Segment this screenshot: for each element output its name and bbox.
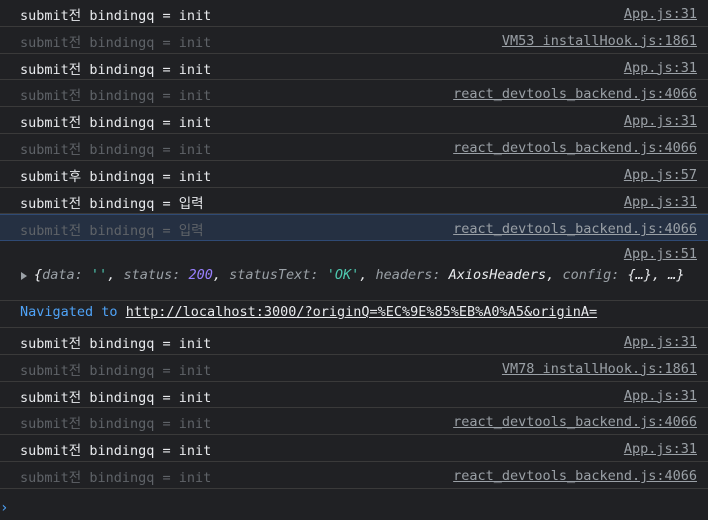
console-log-row[interactable]: submit전 bindingq = init react_devtools_ba…	[0, 462, 708, 489]
log-source-link[interactable]: react_devtools_backend.js:4066	[453, 86, 697, 102]
object-key: statusText:	[229, 267, 319, 284]
log-message: submit전 bindingq = init	[20, 61, 212, 78]
log-message: submit전 bindingq = init	[20, 362, 212, 379]
console-log-row[interactable]: submit전 bindingq = init react_devtools_ba…	[0, 134, 708, 161]
expand-triangle-icon[interactable]	[21, 272, 27, 281]
log-source-link[interactable]: App.js:31	[624, 6, 697, 22]
log-source-link[interactable]: VM53 installHook.js:1861	[502, 33, 697, 49]
object-preview[interactable]: {data: '', status: 200, statusText: 'OK'…	[34, 266, 694, 285]
console-object-log: App.js:51 {data: '', status: 200, status…	[0, 241, 708, 302]
log-source-link[interactable]: VM78 installHook.js:1861	[502, 361, 697, 377]
log-source-link[interactable]: App.js:31	[624, 334, 697, 350]
object-key: headers:	[375, 267, 441, 284]
log-message: submit전 bindingq = init	[20, 141, 212, 158]
log-source-link[interactable]: react_devtools_backend.js:4066	[453, 140, 697, 156]
console-log-row[interactable]: submit전 bindingq = init VM78 installHook.…	[0, 355, 708, 382]
navigated-label: Navigated to	[20, 304, 118, 321]
console-log-row[interactable]: submit전 bindingq = 입력 App.js:31	[0, 188, 708, 215]
console-log-group-before: submit전 bindingq = init App.js:31 submit전 …	[0, 0, 708, 242]
log-source-link[interactable]: App.js:57	[624, 167, 697, 183]
object-key: status:	[123, 267, 181, 284]
navigation-message: Navigated to http://localhost:3000/?orig…	[0, 301, 708, 328]
log-source-link[interactable]: App.js:31	[624, 60, 697, 76]
console-log-row[interactable]: submit전 bindingq = init App.js:31	[0, 328, 708, 355]
log-source-link[interactable]: react_devtools_backend.js:4066	[453, 414, 697, 430]
console-log-row[interactable]: submit전 bindingq = init App.js:31	[0, 382, 708, 409]
log-message: submit전 bindingq = init	[20, 8, 212, 24]
console-prompt-icon[interactable]: ›	[0, 500, 8, 516]
console-log-row[interactable]: submit전 bindingq = init VM53 installHook.…	[0, 27, 708, 54]
console-log-row[interactable]: submit전 bindingq = 입력 react_devtools_back…	[0, 214, 708, 242]
console-log-row[interactable]: submit전 bindingq = init react_devtools_ba…	[0, 80, 708, 108]
log-message: submit전 bindingq = init	[20, 34, 212, 51]
object-value: 'OK'	[326, 267, 360, 284]
log-source-link[interactable]: react_devtools_backend.js:4066	[453, 221, 697, 237]
object-value: 200	[188, 267, 213, 284]
log-source-link[interactable]: App.js:31	[624, 194, 697, 210]
object-value: ''	[90, 267, 108, 284]
log-message: submit후 bindingq = init	[20, 168, 212, 185]
console-log-row[interactable]: submit후 bindingq = init App.js:57	[0, 161, 708, 188]
object-key: config:	[562, 267, 620, 284]
navigated-url-link[interactable]: http://localhost:3000/?originQ=%EC%9E%85…	[126, 304, 597, 320]
console-log-row[interactable]: submit전 bindingq = init App.js:31	[0, 107, 708, 134]
log-message: submit전 bindingq = init	[20, 88, 212, 105]
log-message: submit전 bindingq = init	[20, 443, 212, 460]
object-ellipsis: …	[668, 267, 677, 284]
log-source-link[interactable]: App.js:31	[624, 441, 697, 457]
object-value: AxiosHeaders	[448, 267, 547, 284]
console-log-row[interactable]: submit전 bindingq = init App.js:31	[0, 435, 708, 462]
log-message: submit전 bindingq = 입력	[20, 195, 204, 212]
log-message: submit전 bindingq = init	[20, 115, 212, 132]
log-message: submit전 bindingq = init	[20, 416, 212, 433]
console-log-row[interactable]: submit전 bindingq = init App.js:31	[0, 0, 708, 27]
log-source-link[interactable]: App.js:31	[624, 113, 697, 129]
log-source-link[interactable]: App.js:51	[624, 246, 697, 262]
log-source-link[interactable]: App.js:31	[624, 388, 697, 404]
log-message: submit전 bindingq = init	[20, 389, 212, 406]
log-message: submit전 bindingq = 입력	[20, 223, 204, 240]
log-message: submit전 bindingq = init	[20, 469, 212, 486]
log-source-link[interactable]: react_devtools_backend.js:4066	[453, 468, 697, 484]
console-log-row[interactable]: submit전 bindingq = init App.js:31	[0, 54, 708, 81]
object-key: data:	[42, 267, 83, 284]
object-value: {…}	[627, 267, 652, 284]
devtools-console: submit전 bindingq = init App.js:31 submit전 …	[0, 0, 708, 520]
console-log-group-after: submit전 bindingq = init App.js:31 submit전 …	[0, 328, 708, 489]
log-message: submit전 bindingq = init	[20, 335, 212, 352]
console-log-row[interactable]: submit전 bindingq = init react_devtools_ba…	[0, 408, 708, 436]
